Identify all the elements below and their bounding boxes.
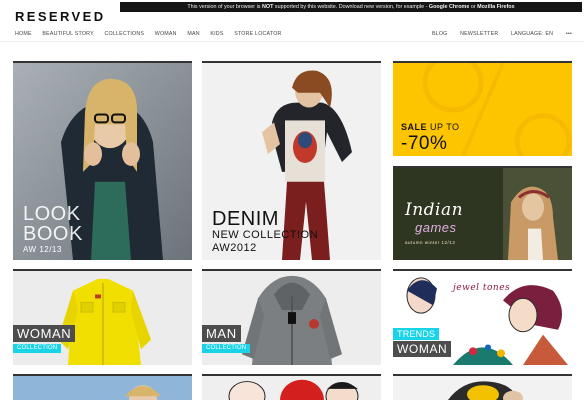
brand-logo[interactable]: RESERVED [15,9,105,24]
nav-item-man[interactable]: MAN [187,31,199,37]
tile-bottom-2[interactable] [202,374,381,400]
language-selector[interactable]: LANGUAGE: EN [511,31,553,37]
trends-woman-label: WOMAN [393,341,452,357]
tile-bottom-1[interactable] [13,374,192,400]
bottom-photo-3 [393,376,572,400]
trends-label: TRENDS [393,328,440,340]
nav-item-newsletter[interactable]: NEWSLETTER [460,31,498,37]
man-label: MAN [202,325,241,342]
header-divider [0,41,584,42]
notice-chrome-link[interactable]: Google Chrome [429,4,469,10]
trends-art-title: jewel tones [453,283,511,293]
sale-upto: UP TO [430,122,460,132]
nav-item-collections[interactable]: COLLECTIONS [105,31,145,37]
lookbook-line2: BOOK [23,223,83,245]
denim-season: AW2012 [212,242,257,254]
nav-item-beautiful-story[interactable]: BEAUTIFUL STORY [42,31,93,37]
bottom-illustration-2 [202,376,381,400]
woman-collection-label: COLLECTION [13,344,62,353]
indian-caption: autumn winter 12/13 [405,240,456,245]
indian-word: Indian [405,200,464,220]
denim-title: DENIM [212,208,279,230]
nav-item-kids[interactable]: KIDS [210,31,223,37]
sale-word: SALE [401,122,428,132]
nav-item-home[interactable]: HOME [15,31,32,37]
lookbook-season: AW 12/13 [23,245,62,254]
denim-subtitle: NEW COLLECTION [212,229,319,241]
tile-lookbook[interactable]: LOOK BOOK AW 12/13 [13,61,192,260]
notice-not: NOT [262,4,274,10]
tile-bottom-3[interactable] [393,374,572,400]
nav-item-woman[interactable]: WOMAN [155,31,177,37]
tile-man[interactable]: MAN COLLECTION [202,269,381,365]
woman-label: WOMAN [13,325,76,342]
sale-label: SALE UP TO [401,122,460,132]
tile-woman[interactable]: WOMAN COLLECTION [13,269,192,365]
bottom-photo-1 [13,376,192,400]
man-collection-label: COLLECTION [202,344,251,353]
main-nav: HOME BEAUTIFUL STORY COLLECTIONS WOMAN M… [15,31,291,37]
tile-indian-games[interactable]: Indian games autumn winter 12/13 [393,166,572,260]
notice-middle: supported by this website. Download new … [274,4,428,10]
browser-notice-bar: This version of your browser is NOT supp… [120,2,582,12]
tile-sale[interactable]: SALE UP TO -70% [393,61,572,156]
sale-percent: -70% [401,133,448,154]
notice-prefix: This version of your browser is [187,4,261,10]
notice-firefox-link[interactable]: Mozilla Firefox [477,4,514,10]
games-word: games [415,220,457,235]
secondary-nav: BLOG NEWSLETTER LANGUAGE: EN ••• [421,31,572,37]
tile-trends[interactable]: jewel tones TRENDS WOMAN [393,269,572,365]
notice-or: or [470,4,476,10]
more-menu-icon[interactable]: ••• [566,31,572,37]
nav-item-blog[interactable]: BLOG [432,31,448,37]
tile-denim[interactable]: DENIM NEW COLLECTION AW2012 [202,61,381,260]
nav-item-store-locator[interactable]: STORE LOCATOR [234,31,281,37]
